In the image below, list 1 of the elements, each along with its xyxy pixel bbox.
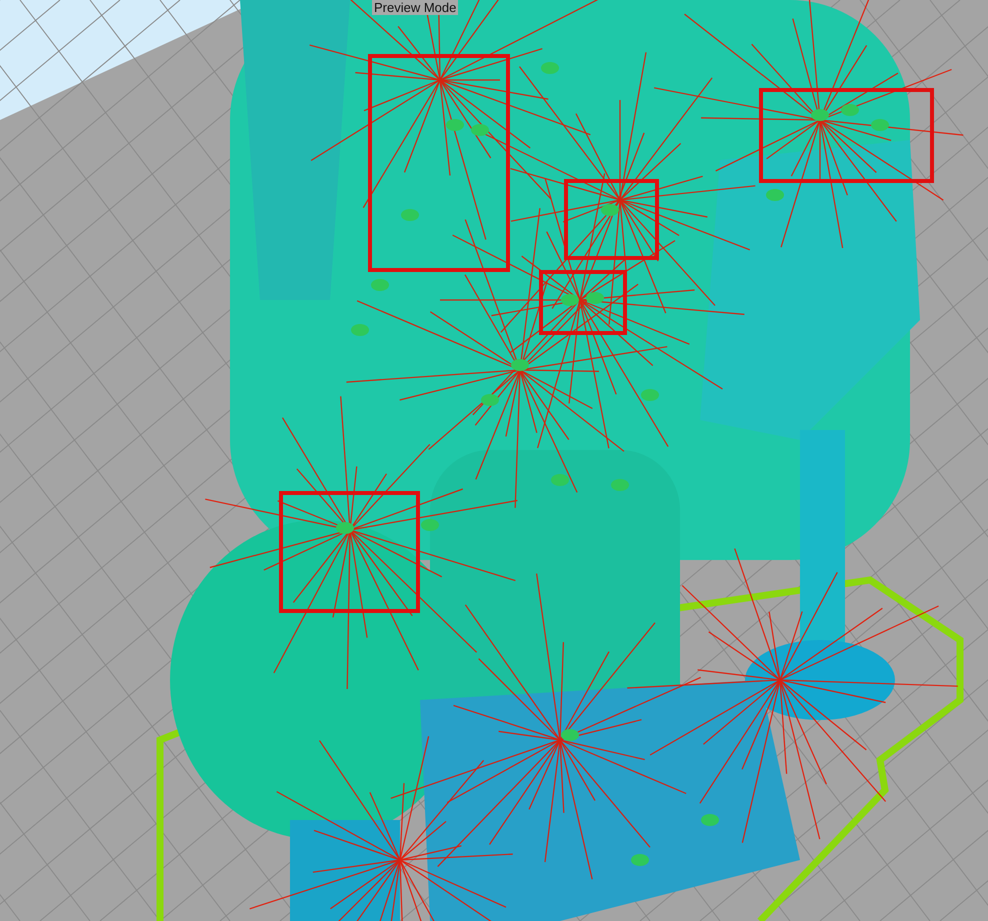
mode-label: Preview Mode [372,0,458,15]
